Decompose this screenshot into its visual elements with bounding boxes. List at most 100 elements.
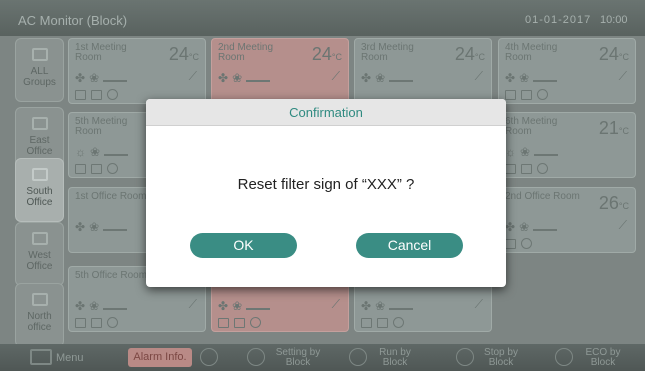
schedule-icon: [91, 318, 102, 328]
filter-icon: [75, 318, 86, 328]
group-tab-label: North office: [27, 311, 52, 333]
alarm-info-button[interactable]: Alarm Info.: [128, 348, 192, 367]
room-name: 5th Office Room: [75, 270, 148, 281]
fan-speed-icon: [103, 221, 128, 231]
room-card[interactable]: 1st Meeting Room 24°C ✤ ❀ ⟋: [68, 38, 206, 104]
room-name: 2nd Office Room: [505, 191, 580, 202]
time-display: 10:00: [600, 14, 628, 26]
schedule-icon: [521, 90, 532, 100]
vane-icon: ⟋: [188, 297, 197, 311]
run-by-block-button[interactable]: Run by Block: [372, 348, 418, 368]
status-icon: [537, 163, 548, 174]
filter-icon: [505, 239, 516, 249]
room-name: 4th Meeting Room: [505, 42, 558, 63]
room-name: 1st Office Room: [75, 191, 147, 202]
room-card[interactable]: 2nd Meeting Room 24°C ✤ ❀ ⟋: [211, 38, 349, 104]
vane-icon: ⟋: [331, 297, 340, 311]
group-tab-south[interactable]: South Office: [15, 158, 64, 222]
title-bar: AC Monitor (Block) 01-01-2017 10:00: [0, 0, 645, 36]
stop-by-block-button[interactable]: Stop by Block: [478, 348, 524, 368]
group-tab-label: South Office: [26, 186, 53, 208]
fan-icon: ✤: [75, 220, 86, 234]
mode-icon: ❀: [519, 71, 530, 85]
group-tab-north[interactable]: North office: [15, 283, 64, 347]
run-icon: [349, 348, 367, 366]
room-temperature: 24°C: [454, 44, 485, 64]
date-display: 01-01-2017: [525, 14, 592, 26]
room-name: 1st Meeting Room: [75, 42, 127, 63]
vane-icon: ⟋: [618, 218, 627, 232]
fan-icon: ✤: [505, 220, 516, 234]
grid-icon: [31, 48, 48, 61]
fan-icon: ✤: [218, 71, 229, 85]
grid-icon: [31, 232, 48, 245]
room-temperature: 24°C: [168, 44, 199, 64]
mode-icon: ❀: [375, 71, 386, 85]
filter-icon: [505, 164, 516, 174]
dialog-message: Reset filter sign of “XXX” ?: [237, 176, 415, 193]
stop-icon: [456, 348, 474, 366]
room-name: 6th Meeting Room: [505, 116, 558, 137]
filter-icon: [75, 164, 86, 174]
room-name: 5th Meeting Room: [75, 116, 128, 137]
mode-icon: ❀: [232, 299, 243, 313]
setting-icon: [247, 348, 265, 366]
fan-speed-icon: [246, 300, 271, 310]
group-tab-all[interactable]: ALL Groups: [15, 38, 64, 102]
room-card[interactable]: 4th Meeting Room 24°C ✤ ❀ ⟋: [498, 38, 636, 104]
eco-icon: [555, 348, 573, 366]
menu-icon[interactable]: [30, 349, 52, 365]
grid-icon: [31, 168, 48, 181]
heat-icon: ☼: [505, 145, 516, 159]
heat-icon: ☼: [75, 145, 86, 159]
setting-by-block-button[interactable]: Setting by Block: [270, 348, 326, 368]
group-tab-label: ALL Groups: [23, 66, 56, 88]
fan-speed-icon: [533, 221, 558, 231]
cancel-button[interactable]: Cancel: [356, 233, 463, 258]
mode-icon: ❀: [375, 299, 386, 313]
confirmation-dialog: Confirmation Reset filter sign of “XXX” …: [146, 99, 506, 287]
fan-icon: ✤: [218, 299, 229, 313]
status-icon: [107, 163, 118, 174]
room-card[interactable]: 3rd Meeting Room 24°C ✤ ❀ ⟋: [354, 38, 492, 104]
group-tab-label: West Office: [26, 250, 53, 272]
room-temperature: 21°C: [598, 118, 629, 138]
fan-speed-icon: [534, 146, 559, 156]
vane-icon: ⟋: [474, 69, 483, 83]
fan-speed-icon: [389, 300, 414, 310]
dialog-title: Confirmation: [146, 99, 506, 126]
room-temperature: 24°C: [598, 44, 629, 64]
group-tab-west[interactable]: West Office: [15, 222, 64, 286]
room-name: 3rd Meeting Room: [361, 42, 414, 63]
schedule-icon: [91, 164, 102, 174]
group-tab-label: East Office: [26, 135, 53, 157]
fan-icon: ✤: [361, 71, 372, 85]
schedule-icon: [91, 90, 102, 100]
vane-icon: ⟋: [188, 69, 197, 83]
filter-icon: [505, 90, 516, 100]
filter-icon: [361, 318, 372, 328]
status-icon: [537, 89, 548, 100]
ac-monitor-screen: AC Monitor (Block) 01-01-2017 10:00 ALL …: [0, 0, 645, 371]
ok-button[interactable]: OK: [190, 233, 297, 258]
status-icon: [107, 317, 118, 328]
mode-icon: ❀: [89, 299, 100, 313]
room-card[interactable]: 2nd Office Room 26°C ✤ ❀ ⟋: [498, 187, 636, 253]
eco-by-block-button[interactable]: ECO by Block: [578, 348, 628, 368]
room-name: 2nd Meeting Room: [218, 42, 274, 63]
fan-speed-icon: [246, 72, 271, 82]
menu-button[interactable]: Menu: [56, 353, 84, 364]
fan-speed-icon: [533, 72, 558, 82]
fan-speed-icon: [103, 72, 128, 82]
mode-icon: ❀: [520, 145, 531, 159]
room-card[interactable]: 6th Meeting Room 21°C ☼ ❀: [498, 112, 636, 178]
mode-icon: ❀: [519, 220, 530, 234]
mode-icon: ❀: [89, 220, 100, 234]
schedule-icon: [521, 164, 532, 174]
mode-icon: ❀: [89, 71, 100, 85]
status-icon: [250, 317, 261, 328]
room-temperature: 26°C: [598, 193, 629, 213]
app-title: AC Monitor (Block): [18, 13, 128, 28]
mode-icon: ❀: [232, 71, 243, 85]
filter-icon: [218, 318, 229, 328]
